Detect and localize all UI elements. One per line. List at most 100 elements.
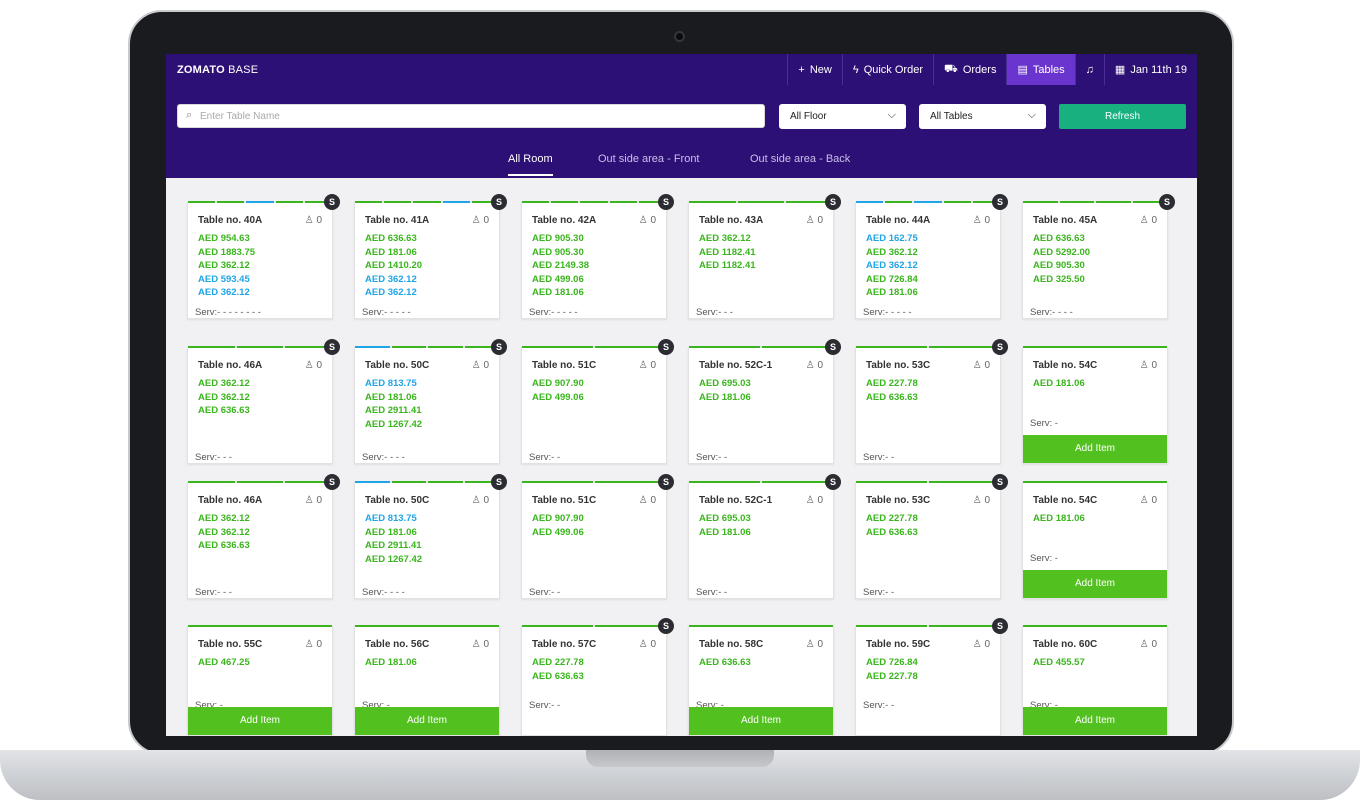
table-card[interactable]: S Table no. 51C ♙ 0 AED 907.90 AED 499.06 Ser… <box>521 474 674 599</box>
order-amount[interactable]: AED 636.63 <box>198 404 250 418</box>
order-amount[interactable]: AED 362.12 <box>198 259 255 273</box>
status-badge[interactable]: S <box>324 339 340 355</box>
table-card[interactable]: S Table no. 53C ♙ 0 AED 227.78 AED 636.63 Ser… <box>855 474 1008 599</box>
status-badge[interactable]: S <box>491 339 507 355</box>
new-button[interactable]: + New <box>787 54 841 85</box>
order-amount[interactable]: AED 181.06 <box>365 656 417 670</box>
order-amount[interactable]: AED 905.30 <box>1033 259 1090 273</box>
notifications-button[interactable]: ♫ <box>1074 54 1104 85</box>
status-badge[interactable]: S <box>825 194 841 210</box>
order-amount[interactable]: AED 726.84 <box>866 273 918 287</box>
table-card[interactable]: S Table no. 50C ♙ 0 AED 813.75 AED 181.06 AED… <box>354 474 507 599</box>
order-amount[interactable]: AED 227.78 <box>866 377 918 391</box>
order-amount[interactable]: AED 905.30 <box>532 246 589 260</box>
status-badge[interactable]: S <box>658 618 674 634</box>
status-badge[interactable]: S <box>825 339 841 355</box>
table-card[interactable]: S Table no. 51C ♙ 0 AED 907.90 AED 499.06 Ser… <box>521 339 674 464</box>
tables-button[interactable]: ▤ Tables <box>1006 54 1075 85</box>
table-card[interactable]: Table no. 58C ♙ 0 AED 636.63 Serv: - Add Ite… <box>688 625 834 736</box>
order-amount[interactable]: AED 162.75 <box>866 232 918 246</box>
order-amount[interactable]: AED 227.78 <box>532 656 584 670</box>
status-badge[interactable]: S <box>992 618 1008 634</box>
order-amount[interactable]: AED 362.12 <box>866 246 918 260</box>
add-item-button[interactable]: Add Item <box>1023 707 1167 735</box>
brand-logo[interactable]: ZOMATO BASE <box>177 64 258 76</box>
table-card[interactable]: Table no. 60C ♙ 0 AED 455.57 Serv: - Add Ite… <box>1022 625 1168 736</box>
order-amount[interactable]: AED 362.12 <box>198 286 255 300</box>
status-badge[interactable]: S <box>491 194 507 210</box>
tab-all-room[interactable]: All Room <box>508 153 553 176</box>
table-card[interactable]: S Table no. 53C ♙ 0 AED 227.78 AED 636.63 Ser… <box>855 339 1008 464</box>
order-amount[interactable]: AED 1267.42 <box>365 418 422 432</box>
order-amount[interactable]: AED 499.06 <box>532 391 584 405</box>
order-amount[interactable]: AED 1182.41 <box>699 259 756 273</box>
add-item-button[interactable]: Add Item <box>689 707 833 735</box>
order-amount[interactable]: AED 467.25 <box>198 656 250 670</box>
order-amount[interactable]: AED 181.06 <box>699 526 751 540</box>
table-card[interactable]: S Table no. 46A ♙ 0 AED 362.12 AED 362.12 AED… <box>187 339 340 464</box>
order-amount[interactable]: AED 1182.41 <box>699 246 756 260</box>
table-card[interactable]: S Table no. 41A ♙ 0 AED 636.63 AED 181.06 AED… <box>354 194 507 319</box>
order-amount[interactable]: AED 362.12 <box>198 391 250 405</box>
status-badge[interactable]: S <box>658 339 674 355</box>
table-card[interactable]: S Table no. 50C ♙ 0 AED 813.75 AED 181.06 AED… <box>354 339 507 464</box>
table-card[interactable]: S Table no. 57C ♙ 0 AED 227.78 AED 636.63 Ser… <box>521 618 674 736</box>
status-badge[interactable]: S <box>324 194 340 210</box>
order-amount[interactable]: AED 499.06 <box>532 273 589 287</box>
table-card[interactable]: S Table no. 43A ♙ 0 AED 362.12 AED 1182.41 AE… <box>688 194 841 319</box>
table-card[interactable]: S Table no. 52C-1 ♙ 0 AED 695.03 AED 181.06 S… <box>688 339 841 464</box>
table-card[interactable]: S Table no. 42A ♙ 0 AED 905.30 AED 905.30 AED… <box>521 194 674 319</box>
search-box[interactable]: ⌕ <box>177 104 765 128</box>
table-card[interactable]: Table no. 55C ♙ 0 AED 467.25 Serv: - Add Ite… <box>187 625 333 736</box>
order-amount[interactable]: AED 181.06 <box>365 391 422 405</box>
status-badge[interactable]: S <box>992 194 1008 210</box>
order-amount[interactable]: AED 362.12 <box>365 273 422 287</box>
order-amount[interactable]: AED 362.12 <box>365 286 422 300</box>
order-amount[interactable]: AED 695.03 <box>699 512 751 526</box>
order-amount[interactable]: AED 907.90 <box>532 512 584 526</box>
order-amount[interactable]: AED 499.06 <box>532 526 584 540</box>
date-button[interactable]: ▦ Jan 11th 19 <box>1103 54 1197 85</box>
table-card[interactable]: Table no. 56C ♙ 0 AED 181.06 Serv: - Add Ite… <box>354 625 500 736</box>
order-amount[interactable]: AED 181.06 <box>532 286 589 300</box>
order-amount[interactable]: AED 2911.41 <box>365 539 422 553</box>
add-item-button[interactable]: Add Item <box>188 707 332 735</box>
order-amount[interactable]: AED 905.30 <box>532 232 589 246</box>
table-card[interactable]: Table no. 54C ♙ 0 AED 181.06 Serv: - Add Ite… <box>1022 346 1168 464</box>
quick-order-button[interactable]: ϟ Quick Order <box>841 54 933 85</box>
table-card[interactable]: S Table no. 40A ♙ 0 AED 954.63 AED 1883.75 AE… <box>187 194 340 319</box>
order-amount[interactable]: AED 907.90 <box>532 377 584 391</box>
order-amount[interactable]: AED 1267.42 <box>365 553 422 567</box>
order-amount[interactable]: AED 954.63 <box>198 232 255 246</box>
order-amount[interactable]: AED 362.12 <box>198 377 250 391</box>
order-amount[interactable]: AED 636.63 <box>532 670 584 684</box>
status-badge[interactable]: S <box>825 474 841 490</box>
table-card[interactable]: Table no. 54C ♙ 0 AED 181.06 Serv: - Add Ite… <box>1022 481 1168 599</box>
table-card[interactable]: S Table no. 59C ♙ 0 AED 726.84 AED 227.78 Ser… <box>855 618 1008 736</box>
refresh-button[interactable]: Refresh <box>1059 104 1186 129</box>
order-amount[interactable]: AED 181.06 <box>1033 512 1085 526</box>
add-item-button[interactable]: Add Item <box>355 707 499 735</box>
order-amount[interactable]: AED 636.63 <box>866 526 918 540</box>
order-amount[interactable]: AED 362.12 <box>198 512 250 526</box>
status-badge[interactable]: S <box>658 474 674 490</box>
order-amount[interactable]: AED 362.12 <box>198 526 250 540</box>
status-badge[interactable]: S <box>324 474 340 490</box>
add-item-button[interactable]: Add Item <box>1023 570 1167 598</box>
order-amount[interactable]: AED 227.78 <box>866 512 918 526</box>
order-amount[interactable]: AED 636.63 <box>699 656 751 670</box>
order-amount[interactable]: AED 455.57 <box>1033 656 1085 670</box>
status-badge[interactable]: S <box>658 194 674 210</box>
order-amount[interactable]: AED 181.06 <box>699 391 751 405</box>
order-amount[interactable]: AED 636.63 <box>365 232 422 246</box>
order-amount[interactable]: AED 1883.75 <box>198 246 255 260</box>
order-amount[interactable]: AED 813.75 <box>365 377 422 391</box>
order-amount[interactable]: AED 5292.00 <box>1033 246 1090 260</box>
status-badge[interactable]: S <box>1159 194 1175 210</box>
floor-select[interactable]: All Floor ⌵ <box>779 104 906 129</box>
search-input[interactable] <box>200 105 760 127</box>
order-amount[interactable]: AED 593.45 <box>198 273 255 287</box>
add-item-button[interactable]: Add Item <box>1023 435 1167 463</box>
order-amount[interactable]: AED 227.78 <box>866 670 918 684</box>
status-badge[interactable]: S <box>992 339 1008 355</box>
